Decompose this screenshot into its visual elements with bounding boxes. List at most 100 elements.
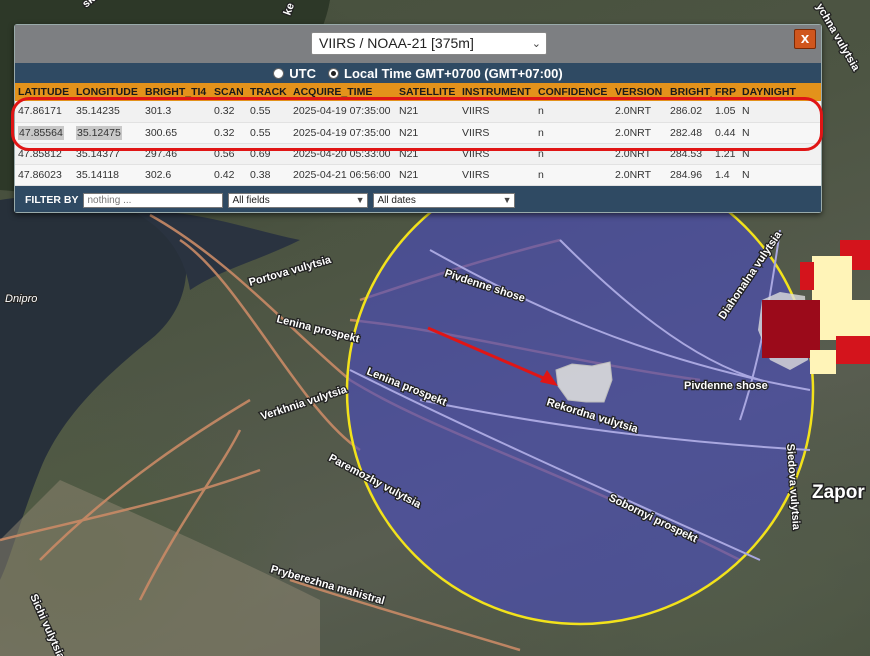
- table-cell: 2025-04-19 07:35:00: [290, 122, 396, 144]
- table-cell: VIIRS: [459, 143, 535, 165]
- table-cell: N21: [396, 164, 459, 186]
- table-cell: 300.65: [142, 122, 211, 144]
- utc-label: UTC: [289, 65, 317, 81]
- column-header[interactable]: ACQUIRE_TIME: [290, 83, 396, 101]
- table-cell: n: [535, 122, 612, 144]
- table-cell: VIIRS: [459, 101, 535, 123]
- column-header[interactable]: TRACK: [247, 83, 290, 101]
- column-header[interactable]: LONGITUDE: [73, 83, 142, 101]
- table-cell: 1.05: [712, 101, 739, 123]
- field-filter-select[interactable]: All fields ▼: [228, 192, 369, 208]
- table-cell: 47.85564: [15, 122, 73, 144]
- table-row[interactable]: 47.86171 35.14235 301.3 0.32 0.55 2025-04-19 …: [15, 101, 821, 123]
- road-label: Lenina prospekt: [275, 313, 361, 345]
- table-cell: n: [535, 101, 612, 123]
- dataset-select-value: VIIRS / NOAA-21 [375m]: [319, 35, 474, 51]
- column-header[interactable]: FRP: [712, 83, 739, 101]
- local-time-radio[interactable]: [328, 67, 340, 79]
- fire-hotspot[interactable]: [800, 262, 814, 290]
- table-cell: N: [739, 122, 821, 144]
- table-cell: 2025-04-19 07:35:00: [290, 101, 396, 123]
- table-cell: 2.0NRT: [612, 164, 667, 186]
- filter-input[interactable]: [83, 192, 224, 208]
- table-cell: n: [535, 164, 612, 186]
- table-cell: N21: [396, 101, 459, 123]
- column-header[interactable]: BRIGHT_TI4: [142, 83, 211, 101]
- fire-hotspot[interactable]: [836, 336, 870, 364]
- table-cell: 302.6: [142, 164, 211, 186]
- table-cell: 0.69: [247, 143, 290, 165]
- table-cell: N: [739, 143, 821, 165]
- table-row[interactable]: 47.85564 35.12475 300.65 0.32 0.55 2025-04-19…: [15, 122, 821, 144]
- filter-bar: FILTER BY All fields ▼ All dates ▼: [15, 188, 821, 212]
- table-cell: 0.55: [247, 122, 290, 144]
- close-button[interactable]: x: [794, 29, 816, 49]
- table-cell: 0.56: [211, 143, 247, 165]
- fire-data-popup: VIIRS / NOAA-21 [375m] ⌄ x UTC Local Tim…: [14, 24, 822, 213]
- time-zone-toggle: UTC Local Time GMT+0700 (GMT+07:00): [15, 63, 821, 83]
- table-header-row: LATITUDE LONGITUDE BRIGHT_TI4 SCAN TRACK ACQU…: [15, 83, 821, 101]
- table-cell: 282.48: [667, 122, 712, 144]
- table-cell: 284.53: [667, 143, 712, 165]
- date-filter-value: All dates: [377, 194, 416, 206]
- table-cell: 0.32: [211, 101, 247, 123]
- table-cell: 35.12475: [73, 122, 142, 144]
- table-cell: 0.38: [247, 164, 290, 186]
- table-cell: 0.42: [211, 164, 247, 186]
- column-header[interactable]: SATELLITE: [396, 83, 459, 101]
- chevron-down-icon: ⌄: [531, 38, 541, 50]
- highlighted-coordinate: 47.85564: [18, 125, 64, 140]
- fire-hotspot[interactable]: [818, 300, 870, 340]
- table-cell: N21: [396, 122, 459, 144]
- table-cell: N21: [396, 143, 459, 165]
- table-cell: VIIRS: [459, 164, 535, 186]
- road-label: Verkhnia vulytsia: [259, 383, 349, 422]
- table-cell: 286.02: [667, 101, 712, 123]
- table-cell: 35.14235: [73, 101, 142, 123]
- table-cell: 2.0NRT: [612, 143, 667, 165]
- table-cell: 47.85812: [15, 143, 73, 165]
- table-cell: 2025-04-21 06:56:00: [290, 164, 396, 186]
- column-header[interactable]: LATITUDE: [15, 83, 73, 101]
- column-header[interactable]: DAYNIGHT: [739, 83, 821, 101]
- table-cell: N: [739, 101, 821, 123]
- highlighted-coordinate: 35.12475: [76, 125, 122, 140]
- popup-header: VIIRS / NOAA-21 [375m] ⌄ x: [15, 25, 821, 63]
- city-label: Zapor: [812, 482, 865, 503]
- chevron-down-icon: ▼: [502, 194, 512, 205]
- utc-option[interactable]: UTC: [273, 66, 316, 81]
- field-filter-value: All fields: [232, 194, 270, 206]
- table-cell: 1.21: [712, 143, 739, 165]
- table-cell: 47.86023: [15, 164, 73, 186]
- table-cell: 1.4: [712, 164, 739, 186]
- dataset-select[interactable]: VIIRS / NOAA-21 [375m] ⌄: [311, 32, 547, 55]
- fire-hotspot[interactable]: [810, 350, 836, 374]
- local-time-option[interactable]: Local Time GMT+0700 (GMT+07:00): [328, 66, 563, 81]
- table-cell: VIIRS: [459, 122, 535, 144]
- table-cell: 301.3: [142, 101, 211, 123]
- chevron-down-icon: ▼: [355, 194, 365, 205]
- local-time-label: Local Time GMT+0700 (GMT+07:00): [344, 65, 563, 81]
- column-header[interactable]: SCAN: [211, 83, 247, 101]
- table-cell: 0.55: [247, 101, 290, 123]
- road-label: Portova vulytsia: [248, 254, 334, 289]
- utc-radio[interactable]: [273, 67, 285, 79]
- table-cell: N: [739, 164, 821, 186]
- table-row[interactable]: 47.86023 35.14118 302.6 0.42 0.38 2025-04-21 …: [15, 164, 821, 186]
- table-row[interactable]: 47.85812 35.14377 297.46 0.56 0.69 2025-04-20…: [15, 143, 821, 165]
- date-filter-select[interactable]: All dates ▼: [373, 192, 516, 208]
- road-label: Pivdenne shose: [684, 380, 768, 392]
- table-cell: 284.96: [667, 164, 712, 186]
- column-header[interactable]: INSTRUMENT: [459, 83, 535, 101]
- column-header[interactable]: BRIGHT_TI5: [667, 83, 712, 101]
- table-cell: 2.0NRT: [612, 101, 667, 123]
- table-cell: 47.86171: [15, 101, 73, 123]
- filter-label: FILTER BY: [25, 194, 79, 206]
- table-cell: 2025-04-20 05:33:00: [290, 143, 396, 165]
- column-header[interactable]: VERSION: [612, 83, 667, 101]
- column-header[interactable]: CONFIDENCE: [535, 83, 612, 101]
- table-cell: 35.14118: [73, 164, 142, 186]
- river-label: Dnipro: [5, 293, 37, 305]
- fire-hotspot[interactable]: [762, 300, 820, 358]
- fire-hotspot[interactable]: [812, 256, 852, 302]
